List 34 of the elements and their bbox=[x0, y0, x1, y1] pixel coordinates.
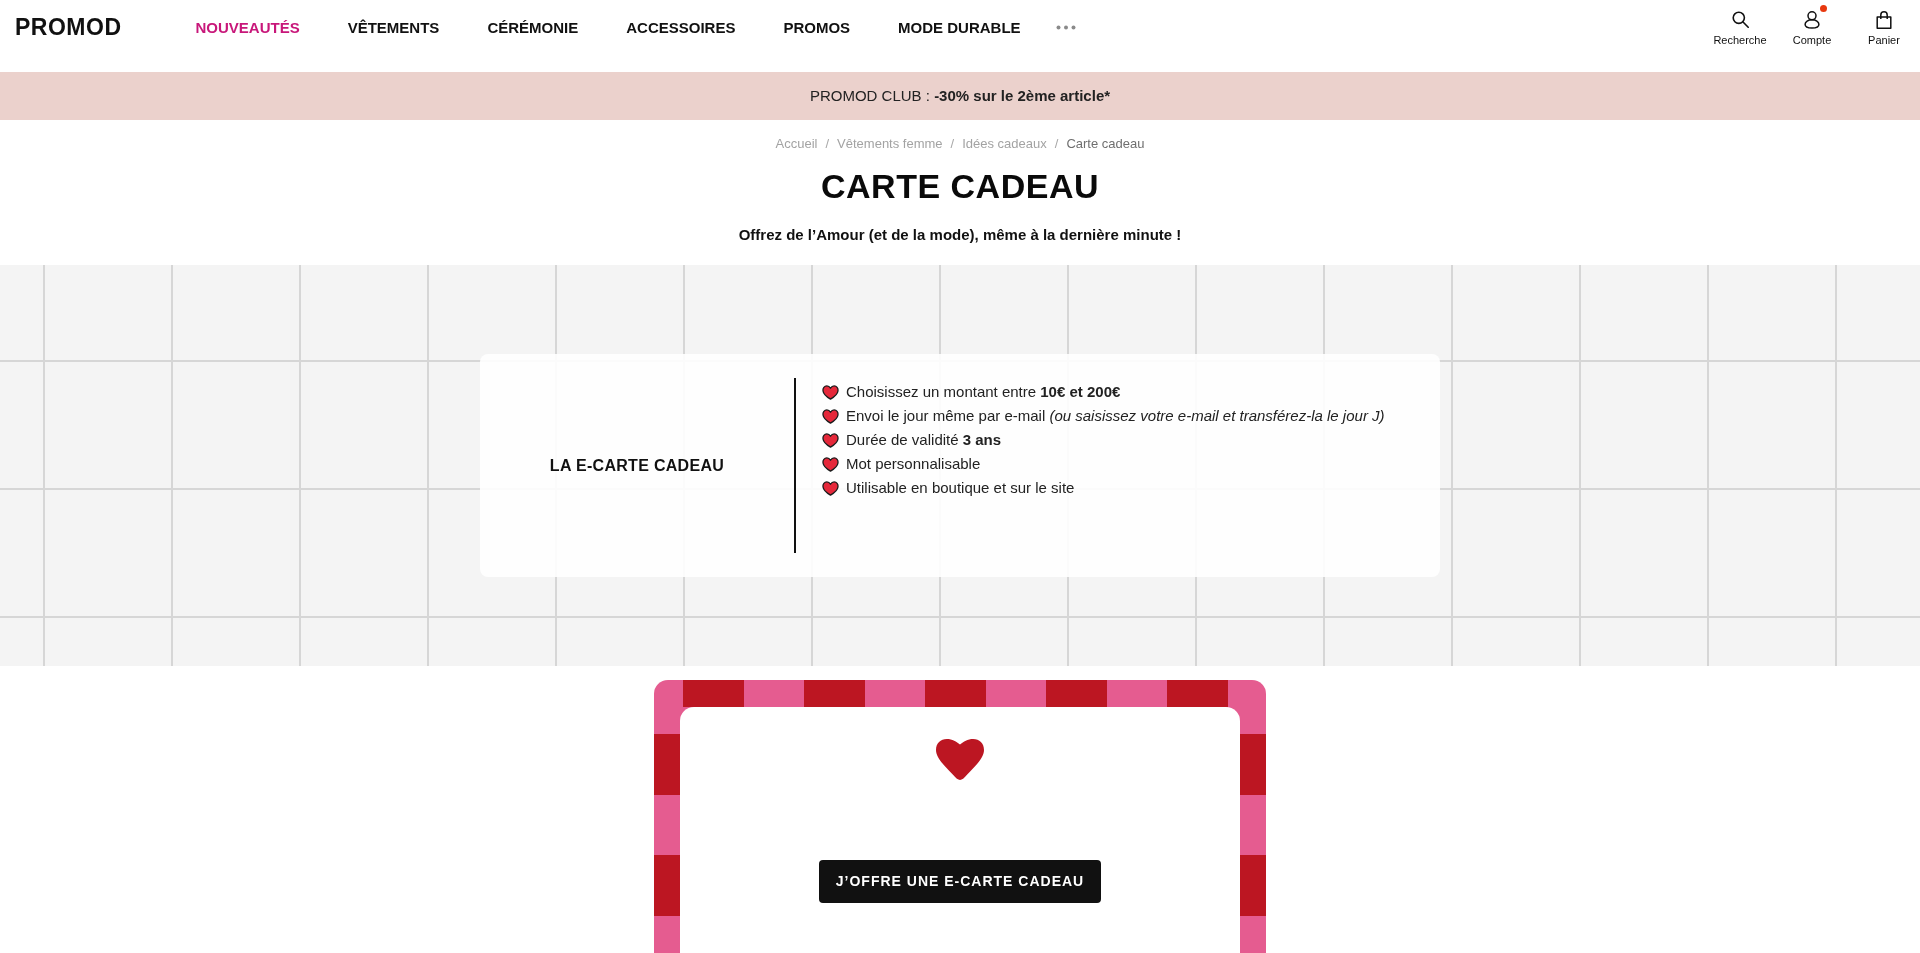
feature-text: Choisissez un montant entre 10€ et 200€ bbox=[846, 382, 1121, 402]
nav-link[interactable]: CÉRÉMONIE bbox=[487, 19, 579, 35]
heart-icon bbox=[822, 480, 839, 496]
account-button[interactable]: Compte bbox=[1782, 3, 1842, 49]
more-icon[interactable] bbox=[1055, 24, 1076, 30]
search-button[interactable]: Recherche bbox=[1710, 3, 1770, 49]
nav-link[interactable]: NOUVEAUTÉS bbox=[195, 19, 300, 35]
promod-logo[interactable]: PROMOD bbox=[15, 15, 122, 39]
promo-banner-text[interactable]: PROMOD CLUB : -30% sur le 2ème article* bbox=[809, 84, 1111, 108]
search-icon bbox=[1731, 11, 1749, 28]
heart-icon bbox=[822, 432, 839, 448]
offer-gift-card-button[interactable]: J’OFFRE UNE E-CARTE CADEAU bbox=[819, 860, 1101, 903]
heart-icon bbox=[822, 408, 839, 424]
breadcrumb-link[interactable]: Carte cadeau bbox=[1066, 135, 1145, 153]
page-title: CARTE CADEAU bbox=[821, 166, 1099, 207]
breadcrumb-separator: / bbox=[950, 135, 955, 153]
breadcrumb-separator: / bbox=[1054, 135, 1059, 153]
feature-text: Utilisable en boutique et sur le site bbox=[846, 478, 1075, 498]
nav-link[interactable]: ACCESSOIRES bbox=[626, 19, 736, 35]
account-icon bbox=[1804, 10, 1820, 29]
heart-icon bbox=[935, 738, 985, 781]
heart-icon bbox=[822, 384, 839, 400]
page-subtitle: Offrez de l’Amour (et de la mode), même à la dernière minute ! bbox=[738, 225, 1182, 245]
bag-button[interactable]: Panier bbox=[1854, 3, 1914, 49]
feature-text: Envoi le jour même par e-mail (ou saisissez votre e-mail et transférez-la le jour J) bbox=[846, 406, 1385, 426]
nav-link[interactable]: VÊTEMENTS bbox=[347, 19, 440, 35]
nav-link[interactable]: PROMOS bbox=[783, 19, 851, 35]
heart-icon bbox=[822, 456, 839, 472]
breadcrumb-separator: / bbox=[825, 135, 830, 153]
feature-text: Mot personnalisable bbox=[846, 454, 981, 474]
info-card-title: LA E-CARTE CADEAU bbox=[549, 455, 725, 476]
nav-link[interactable]: MODE DURABLE bbox=[898, 19, 1021, 35]
feature-text: Durée de validité 3 ans bbox=[846, 430, 1002, 450]
shopping-bag-icon bbox=[1876, 10, 1892, 29]
